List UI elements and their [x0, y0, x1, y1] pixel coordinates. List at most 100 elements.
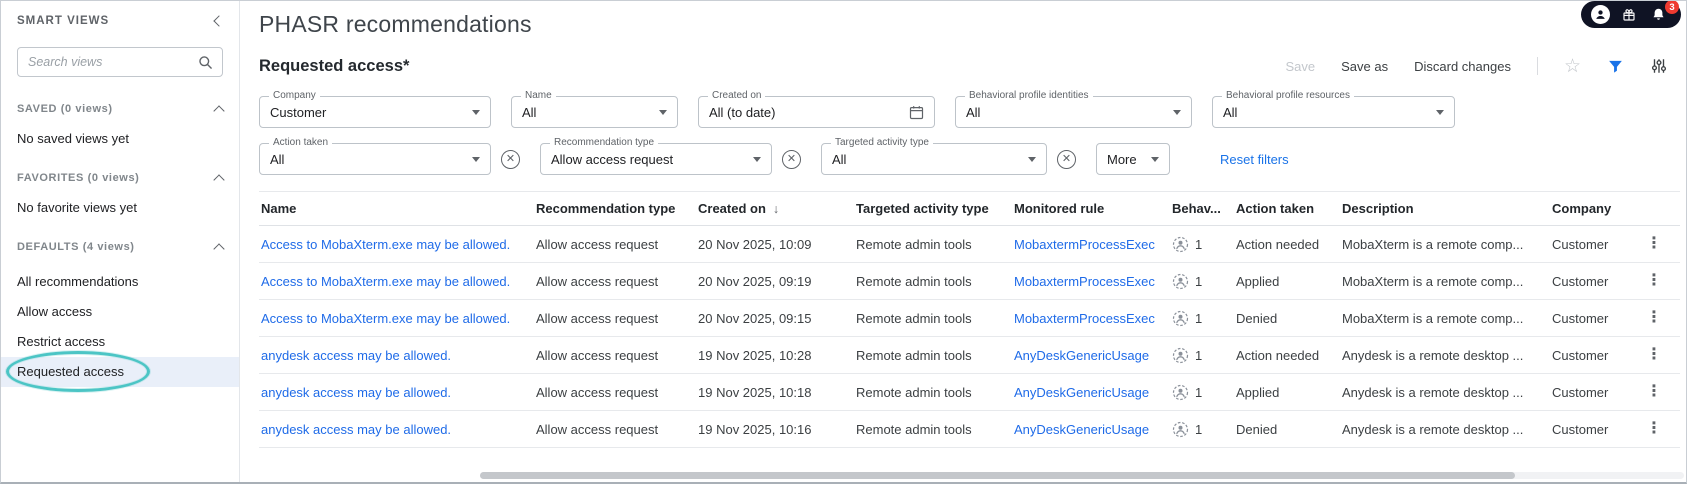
sidebar-item-restrict-access[interactable]: Restrict access — [1, 327, 239, 357]
column-header-recommendation-type[interactable]: Recommendation type — [534, 191, 696, 226]
filter-value: All (to date) — [709, 104, 776, 120]
behavior-profile-icon — [1172, 236, 1189, 252]
column-header-action-taken[interactable]: Action taken — [1234, 191, 1340, 226]
cell-recommendation-type: Allow access request — [534, 410, 696, 448]
behavior-profile-icon — [1172, 384, 1189, 400]
search-views-input[interactable] — [28, 55, 198, 69]
recommendation-link[interactable]: Access to MobaXterm.exe may be allowed. — [261, 237, 510, 252]
page-title: PHASR recommendations — [259, 11, 532, 37]
row-menu-icon[interactable]: ⋮ — [1638, 307, 1670, 328]
section-label: DEFAULTS (4 views) — [17, 241, 135, 253]
filter-name[interactable]: Name All — [511, 90, 678, 128]
section-label: SAVED (0 views) — [17, 103, 113, 115]
more-filters-dropdown[interactable]: More — [1096, 143, 1170, 175]
column-header-company[interactable]: Company — [1550, 191, 1636, 226]
gift-icon[interactable] — [1618, 4, 1640, 26]
clear-filter-icon[interactable]: ✕ — [501, 149, 520, 169]
cell-action-taken: Denied — [1234, 410, 1340, 448]
behavior-cell: 1 — [1170, 410, 1234, 448]
filter-label: Behavioral profile identities — [965, 90, 1093, 101]
clear-filter-icon[interactable]: ✕ — [1057, 149, 1076, 169]
recommendation-link[interactable]: Access to MobaXterm.exe may be allowed. — [261, 311, 510, 326]
cell-description: Anydesk is a remote desktop ... — [1340, 410, 1550, 448]
sidebar-item-allow-access[interactable]: Allow access — [1, 297, 239, 327]
cell-targeted-activity-type: Remote admin tools — [854, 336, 1012, 374]
reset-filters-link[interactable]: Reset filters — [1220, 152, 1289, 167]
row-menu-cell: ⋮ — [1636, 336, 1680, 374]
filter-behavioral-profile-resources[interactable]: Behavioral profile resources All — [1212, 90, 1455, 128]
monitored-rule-link[interactable]: AnyDeskGenericUsage — [1014, 385, 1149, 400]
sidebar-item-all-recommendations[interactable]: All recommendations — [1, 267, 239, 297]
filter-created-on[interactable]: Created on All (to date) — [698, 90, 935, 128]
clear-filter-icon[interactable]: ✕ — [782, 149, 801, 169]
cell-description: Anydesk is a remote desktop ... — [1340, 336, 1550, 374]
column-header-targeted-activity-type[interactable]: Targeted activity type — [854, 191, 1012, 226]
save-as-button[interactable]: Save as — [1341, 59, 1388, 74]
search-icon — [199, 55, 212, 69]
collapse-sidebar-icon[interactable] — [213, 15, 225, 27]
row-menu-icon[interactable]: ⋮ — [1638, 233, 1670, 254]
column-header-monitored-rule[interactable]: Monitored rule — [1012, 191, 1170, 226]
filter-behavioral-profile-identities[interactable]: Behavioral profile identities All — [955, 90, 1192, 128]
recommendation-link[interactable]: anydesk access may be allowed. — [261, 385, 451, 400]
chevron-down-icon — [1028, 156, 1036, 162]
column-header-name[interactable]: Name — [259, 191, 534, 226]
behavior-cell: 1 — [1170, 336, 1234, 374]
table-row: anydesk access may be allowed. Allow acce… — [259, 373, 1680, 411]
row-menu-icon[interactable]: ⋮ — [1638, 381, 1670, 402]
filter-value: All — [966, 104, 981, 120]
cell-company: Customer — [1550, 262, 1636, 300]
cell-recommendation-type: Allow access request — [534, 299, 696, 337]
search-views-box — [17, 47, 223, 77]
saved-empty-text: No saved views yet — [17, 131, 129, 146]
row-menu-icon[interactable]: ⋮ — [1638, 270, 1670, 291]
cell-company: Customer — [1550, 299, 1636, 337]
filter-funnel-icon[interactable] — [1607, 58, 1624, 75]
column-header-description[interactable]: Description — [1340, 191, 1550, 226]
filter-company[interactable]: Company Customer — [259, 90, 491, 128]
table-row: anydesk access may be allowed. Allow acce… — [259, 336, 1680, 374]
recommendations-table: Name Recommendation type Created on ↓ Tar… — [259, 191, 1680, 448]
save-button[interactable]: Save — [1286, 59, 1316, 74]
user-account-icon[interactable] — [1589, 4, 1611, 26]
column-header-behaviors[interactable]: Behav... — [1170, 191, 1234, 226]
monitored-rule-link[interactable]: AnyDeskGenericUsage — [1014, 422, 1149, 437]
filter-row-1: Company Customer Name All Created on All… — [259, 90, 1668, 128]
cell-description: Anydesk is a remote desktop ... — [1340, 373, 1550, 411]
monitored-rule-link[interactable]: MobaxtermProcessExec — [1014, 274, 1155, 289]
section-header-favorites[interactable]: FAVORITES (0 views) — [1, 172, 239, 186]
discard-changes-button[interactable]: Discard changes — [1414, 59, 1511, 74]
column-settings-icon[interactable] — [1650, 57, 1668, 75]
behavior-cell: 1 — [1170, 373, 1234, 411]
chevron-up-icon — [213, 174, 225, 186]
scrollbar-thumb[interactable] — [480, 472, 1516, 479]
filter-recommendation-type[interactable]: Recommendation type Allow access request — [540, 137, 772, 175]
section-header-defaults[interactable]: DEFAULTS (4 views) — [1, 241, 239, 255]
monitored-rule-link[interactable]: MobaxtermProcessExec — [1014, 311, 1155, 326]
cell-company: Customer — [1550, 410, 1636, 448]
horizontal-scrollbar[interactable] — [480, 472, 1684, 479]
cell-created-on: 19 Nov 2025, 10:18 — [696, 373, 854, 411]
monitored-rule-link[interactable]: AnyDeskGenericUsage — [1014, 348, 1149, 363]
chevron-down-icon — [1436, 109, 1444, 115]
favorite-star-icon[interactable]: ☆ — [1564, 57, 1581, 76]
row-menu-icon[interactable]: ⋮ — [1638, 418, 1670, 439]
recommendation-link[interactable]: anydesk access may be allowed. — [261, 348, 451, 363]
behavior-profile-icon — [1172, 273, 1189, 289]
sort-desc-icon: ↓ — [772, 202, 780, 216]
behavior-profile-icon — [1172, 421, 1189, 437]
cell-action-taken: Applied — [1234, 262, 1340, 300]
section-header-saved[interactable]: SAVED (0 views) — [1, 103, 239, 117]
cell-company: Customer — [1550, 336, 1636, 374]
monitored-rule-link[interactable]: MobaxtermProcessExec — [1014, 237, 1155, 252]
column-header-created-on[interactable]: Created on ↓ — [696, 191, 854, 226]
filter-action-taken[interactable]: Action taken All — [259, 137, 491, 175]
cell-description: MobaXterm is a remote comp... — [1340, 262, 1550, 300]
sidebar-item-requested-access[interactable]: Requested access — [1, 351, 239, 392]
row-menu-icon[interactable]: ⋮ — [1638, 344, 1670, 365]
table-row: Access to MobaXterm.exe may be allowed. A… — [259, 225, 1680, 263]
filter-targeted-activity-type[interactable]: Targeted activity type All — [821, 137, 1047, 175]
view-toolbar: Requested access* Save Save as Discard c… — [259, 54, 1668, 78]
recommendation-link[interactable]: Access to MobaXterm.exe may be allowed. — [261, 274, 510, 289]
recommendation-link[interactable]: anydesk access may be allowed. — [261, 422, 451, 437]
